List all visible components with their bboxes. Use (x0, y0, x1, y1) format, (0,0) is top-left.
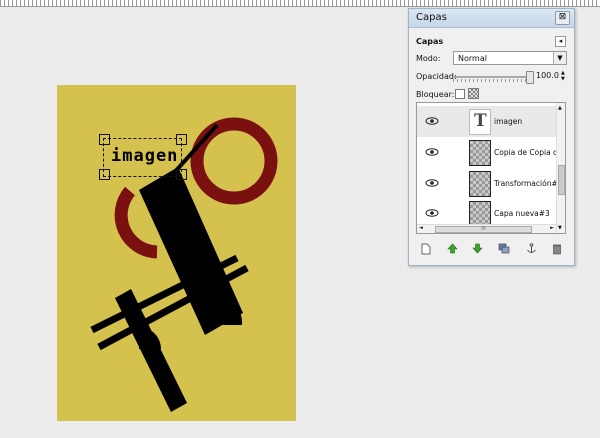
transform-handle-bl[interactable] (99, 169, 110, 180)
hscroll-thumb[interactable]: III (435, 226, 532, 233)
scroll-down-icon[interactable]: ▼ (558, 225, 562, 231)
lock-label: Bloquear: (416, 90, 455, 99)
opacity-value[interactable]: 100.0 (536, 71, 559, 80)
anchor-layer-icon[interactable] (525, 243, 537, 255)
opacity-label: Opacidad: (416, 72, 457, 81)
layer-name[interactable]: Copia de Copia de (494, 148, 562, 157)
lower-layer-icon[interactable] (471, 243, 483, 255)
dialog-titlebar[interactable]: Capas ⊠ (409, 9, 574, 28)
semicircle-right (212, 294, 243, 325)
layer-row[interactable]: T imagen (417, 106, 556, 137)
layer-name[interactable]: Capa nueva#3 (494, 209, 550, 218)
layer-row[interactable]: Copia de Copia de (417, 137, 562, 168)
layers-dialog[interactable]: Capas ⊠ Capas ◂ Modo: Normal ▼ Opacidad:… (408, 8, 575, 266)
ruler-ticks (0, 0, 600, 6)
layers-toolbar (416, 241, 566, 257)
semicircle-left (139, 327, 161, 349)
duplicate-layer-icon[interactable] (498, 243, 510, 255)
top-ruler[interactable] (0, 0, 600, 7)
tab-menu-icon[interactable]: ◂ (555, 36, 566, 47)
transform-handle-tr[interactable] (176, 134, 187, 145)
layers-vertical-scrollbar[interactable]: ▲ ▼ (556, 103, 565, 233)
chevron-down-icon[interactable]: ▼ (553, 52, 566, 64)
scrollbar-thumb[interactable] (558, 165, 565, 195)
scroll-up-icon[interactable]: ▲ (558, 105, 562, 111)
eye-icon[interactable] (425, 209, 439, 217)
transform-handle-tl[interactable] (99, 134, 110, 145)
raise-layer-icon[interactable] (446, 243, 458, 255)
mode-select[interactable]: Normal ▼ (453, 51, 567, 65)
layer-name[interactable]: Transformación#1 (494, 179, 563, 188)
scroll-left-icon[interactable]: ◄ (419, 225, 423, 231)
layer-thumbnail (469, 171, 491, 197)
opacity-slider[interactable] (453, 76, 533, 78)
scroll-right-icon[interactable]: ► (550, 225, 554, 231)
eye-icon[interactable] (425, 117, 439, 125)
eye-icon[interactable] (425, 148, 439, 156)
opacity-slider-ticks (453, 79, 533, 82)
section-title: Capas (416, 37, 444, 46)
dialog-title: Capas (416, 12, 447, 23)
text-layer-thumbnail: T (469, 109, 491, 135)
layer-row[interactable]: Transformación#1 (417, 168, 563, 199)
eye-icon[interactable] (425, 179, 439, 187)
delete-layer-icon[interactable] (551, 243, 563, 255)
opacity-spin-icon[interactable]: ▲ ▼ (561, 70, 567, 82)
layers-horizontal-scrollbar[interactable]: ◄ III ► (417, 224, 556, 233)
layer-name[interactable]: imagen (494, 117, 522, 126)
lock-pixels-checkbox[interactable] (455, 89, 465, 99)
mode-label: Modo: (416, 54, 441, 63)
canvas-text-imagen[interactable]: imagen (111, 146, 178, 166)
lock-alpha-icon[interactable] (468, 88, 479, 99)
layers-list[interactable]: T imagen Copia de Copia de Transformació… (416, 102, 566, 234)
opacity-slider-thumb[interactable] (526, 71, 534, 84)
mode-value: Normal (458, 54, 487, 63)
layer-thumbnail (469, 140, 491, 166)
transform-handle-br[interactable] (176, 169, 187, 180)
new-layer-icon[interactable] (420, 243, 432, 255)
close-button[interactable]: ⊠ (555, 11, 570, 25)
